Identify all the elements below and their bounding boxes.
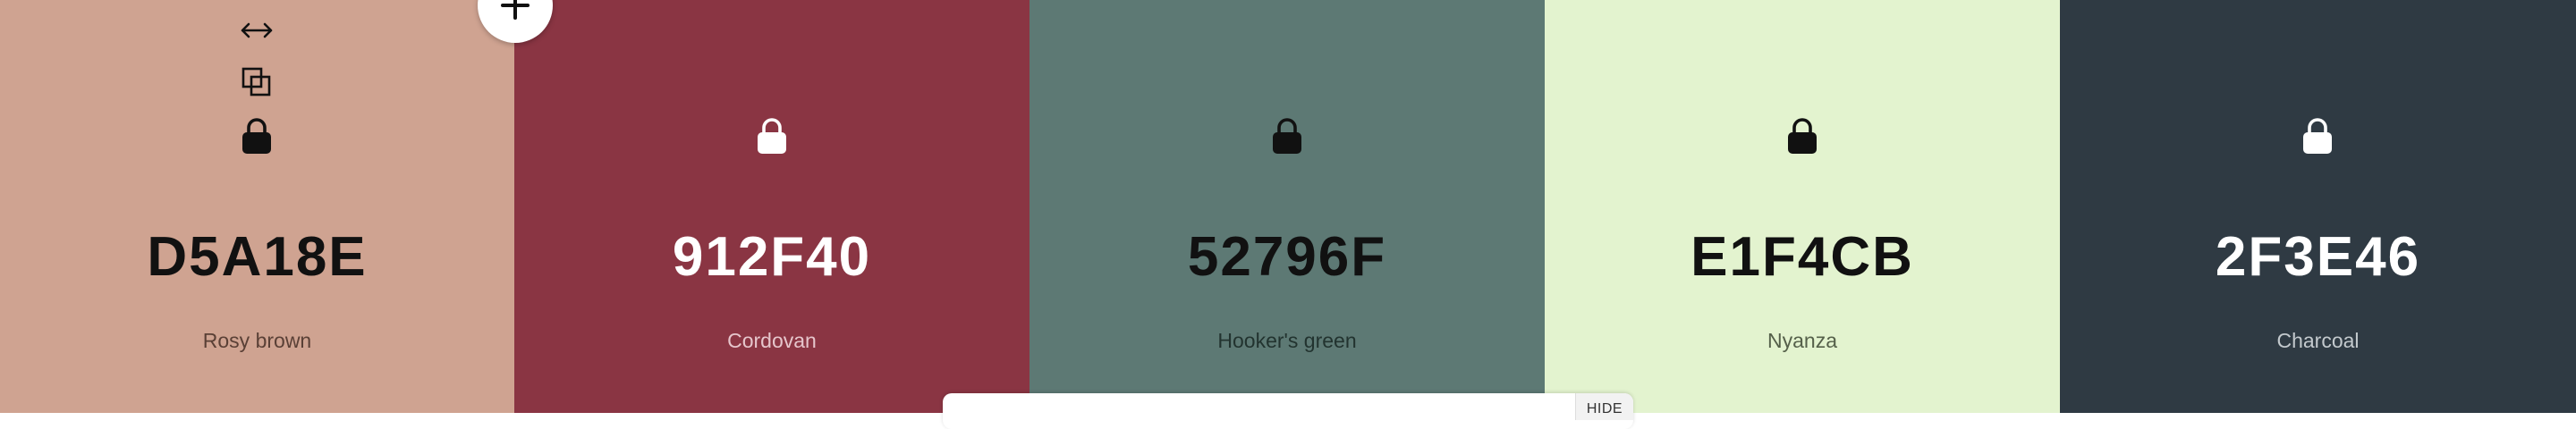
lock-icon[interactable] (1266, 114, 1309, 157)
swatch-cordovan[interactable]: 912F40 Cordovan (514, 0, 1030, 413)
lock-icon[interactable] (1781, 114, 1824, 157)
hex-code[interactable]: D5A18E (0, 225, 514, 289)
lock-icon[interactable] (235, 114, 278, 157)
color-name: Nyanza (1767, 329, 1837, 352)
bottom-panel: HIDE (943, 393, 1633, 429)
hex-code[interactable]: 912F40 (514, 225, 1030, 289)
lock-icon[interactable] (2296, 114, 2339, 157)
swatch-charcoal[interactable]: 2F3E46 Charcoal (2060, 0, 2576, 413)
swatch-hookers-green[interactable]: 52796F Hooker's green (1030, 0, 1545, 413)
swatch-nyanza[interactable]: E1F4CB Nyanza (1545, 0, 2060, 413)
drag-handle-icon[interactable] (235, 9, 278, 52)
color-name: Charcoal (2276, 329, 2360, 352)
lock-icon[interactable] (750, 114, 793, 157)
color-name: Cordovan (727, 329, 817, 352)
hex-code[interactable]: 2F3E46 (2060, 225, 2576, 289)
swatch-rosy-brown[interactable]: D5A18E Rosy brown (0, 0, 514, 413)
color-palette: D5A18E Rosy brown 912F40 Cordovan 52796F… (0, 0, 2576, 413)
hex-code[interactable]: 52796F (1030, 225, 1545, 289)
color-name: Hooker's green (1217, 329, 1357, 352)
hex-code[interactable]: E1F4CB (1545, 225, 2060, 289)
copy-icon[interactable] (235, 61, 278, 104)
hide-button[interactable]: HIDE (1575, 393, 1633, 420)
color-name: Rosy brown (202, 329, 312, 352)
plus-icon (501, 0, 530, 20)
